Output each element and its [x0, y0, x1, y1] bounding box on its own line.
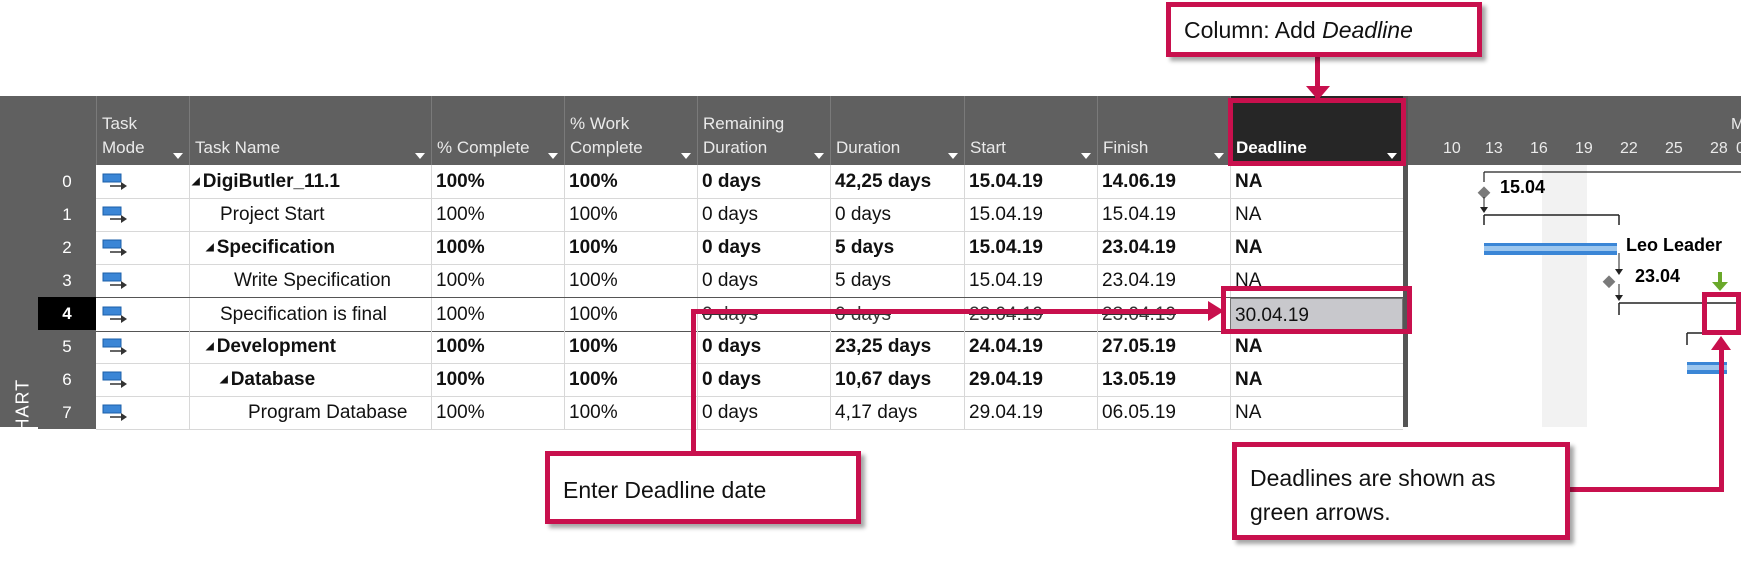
connector-line — [1719, 346, 1724, 489]
connector-line — [1567, 487, 1724, 492]
callout-emphasis: Deadline — [1322, 17, 1413, 43]
arrow-down-icon — [1306, 86, 1330, 100]
connector-line — [691, 309, 696, 454]
callout-text: Column: Add — [1184, 17, 1323, 43]
callout-enter-deadline: Enter Deadline date — [545, 451, 861, 524]
callout-add-deadline-column: Column: Add Deadline — [1166, 2, 1482, 57]
callout-text: Enter Deadline date — [563, 477, 767, 503]
callout-deadlines-shown: Deadlines are shown as green arrows. — [1232, 442, 1570, 540]
callout-text: Deadlines are shown as green arrows. — [1250, 465, 1496, 525]
connector-line — [691, 309, 1213, 314]
